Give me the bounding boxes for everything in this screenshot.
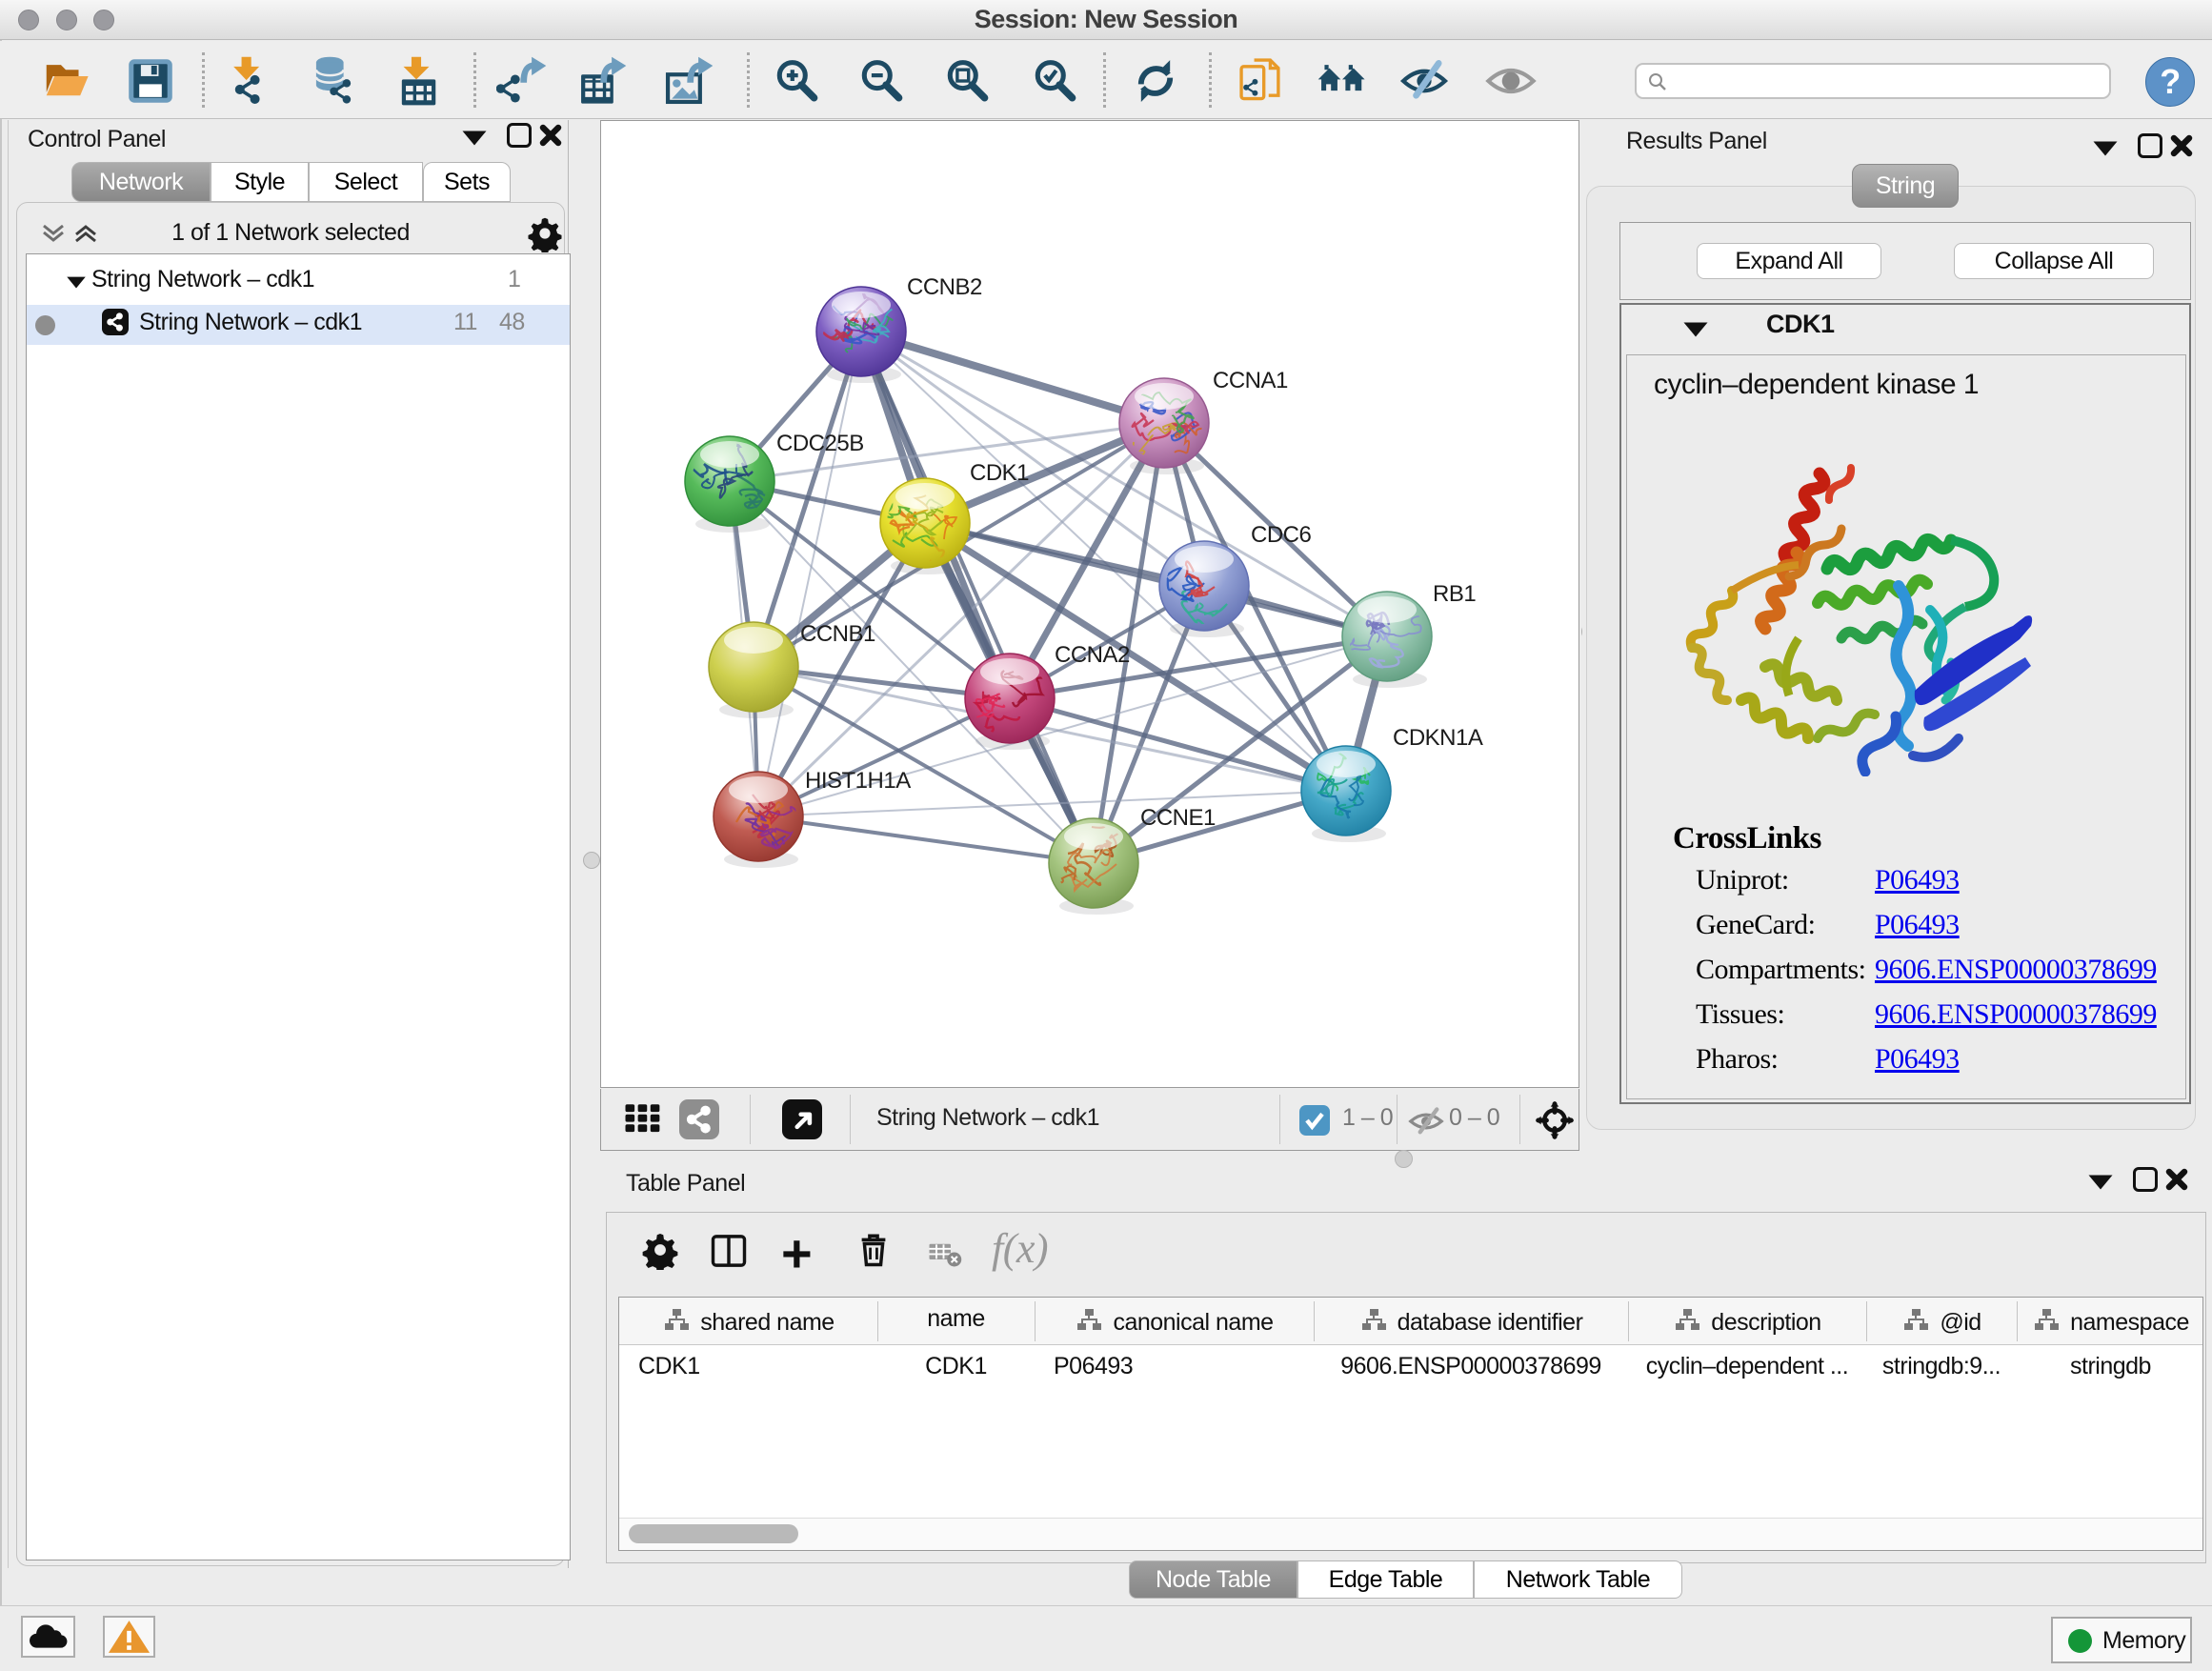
svg-text:CCNA2: CCNA2 [1055,642,1130,668]
svg-text:CDC25B: CDC25B [776,431,864,456]
svg-text:CCNB1: CCNB1 [800,621,875,647]
svg-text:CDKN1A: CDKN1A [1393,725,1483,751]
svg-text:CDC6: CDC6 [1251,522,1311,548]
svg-text:HIST1H1A: HIST1H1A [805,768,911,794]
svg-text:CCNB2: CCNB2 [907,274,982,300]
svg-text:CCNA1: CCNA1 [1213,368,1288,393]
svg-text:CCNE1: CCNE1 [1140,805,1216,831]
svg-text:CDK1: CDK1 [970,460,1029,486]
svg-text:RB1: RB1 [1433,581,1476,607]
